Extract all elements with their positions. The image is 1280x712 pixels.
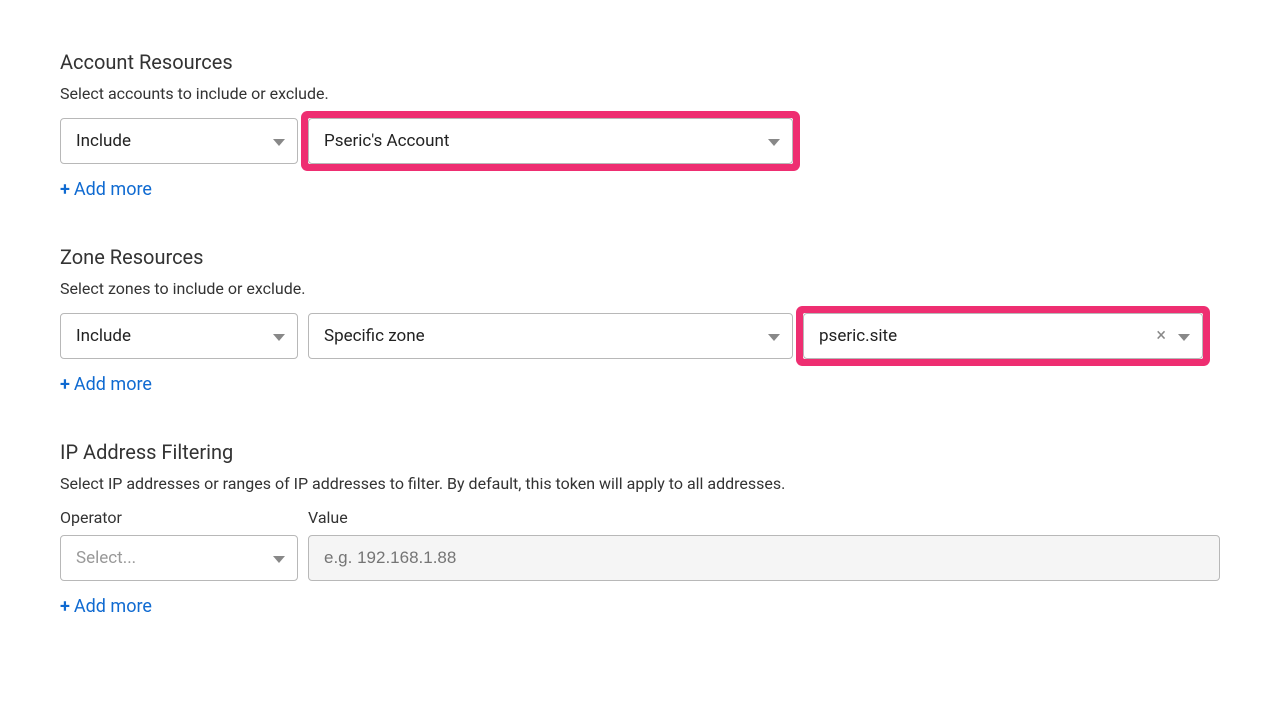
- account-resources-title: Account Resources: [60, 50, 1220, 74]
- account-resources-section: Account Resources Select accounts to inc…: [60, 50, 1220, 200]
- zone-mode-value: Include: [76, 326, 131, 346]
- zone-scope-value: Specific zone: [324, 326, 425, 346]
- account-add-more-button[interactable]: + Add more: [60, 179, 152, 200]
- chevron-down-icon: [768, 131, 780, 151]
- operator-label: Operator: [60, 508, 298, 527]
- zone-select[interactable]: pseric.site ×: [803, 313, 1203, 359]
- add-more-label: Add more: [74, 179, 152, 200]
- add-more-label: Add more: [74, 374, 152, 395]
- chevron-down-icon: [1178, 326, 1190, 346]
- zone-select-highlight: pseric.site ×: [803, 313, 1203, 359]
- account-select[interactable]: Pseric's Account: [308, 118, 793, 164]
- account-resources-desc: Select accounts to include or exclude.: [60, 84, 1220, 103]
- zone-resources-desc: Select zones to include or exclude.: [60, 279, 1220, 298]
- ip-filtering-section: IP Address Filtering Select IP addresses…: [60, 440, 1220, 617]
- zone-scope-select[interactable]: Specific zone: [308, 313, 793, 359]
- chevron-down-icon: [768, 326, 780, 346]
- operator-placeholder: Select...: [76, 548, 136, 568]
- plus-icon: +: [60, 374, 70, 395]
- value-label: Value: [308, 508, 1220, 527]
- zone-resources-title: Zone Resources: [60, 245, 1220, 269]
- plus-icon: +: [60, 179, 70, 200]
- account-mode-select[interactable]: Include: [60, 118, 298, 164]
- ip-add-more-button[interactable]: + Add more: [60, 596, 152, 617]
- zone-mode-select[interactable]: Include: [60, 313, 298, 359]
- account-select-value: Pseric's Account: [324, 131, 449, 151]
- zone-select-value: pseric.site: [819, 326, 897, 346]
- close-icon[interactable]: ×: [1156, 327, 1166, 345]
- zone-add-more-button[interactable]: + Add more: [60, 374, 152, 395]
- plus-icon: +: [60, 596, 70, 617]
- account-select-highlight: Pseric's Account: [308, 118, 793, 164]
- account-mode-value: Include: [76, 131, 131, 151]
- add-more-label: Add more: [74, 596, 152, 617]
- ip-filtering-desc: Select IP addresses or ranges of IP addr…: [60, 474, 1220, 493]
- operator-select[interactable]: Select...: [60, 535, 298, 581]
- zone-resources-section: Zone Resources Select zones to include o…: [60, 245, 1220, 395]
- ip-filtering-title: IP Address Filtering: [60, 440, 1220, 464]
- ip-value-input[interactable]: [308, 535, 1220, 581]
- chevron-down-icon: [273, 326, 285, 346]
- chevron-down-icon: [273, 548, 285, 568]
- chevron-down-icon: [273, 131, 285, 151]
